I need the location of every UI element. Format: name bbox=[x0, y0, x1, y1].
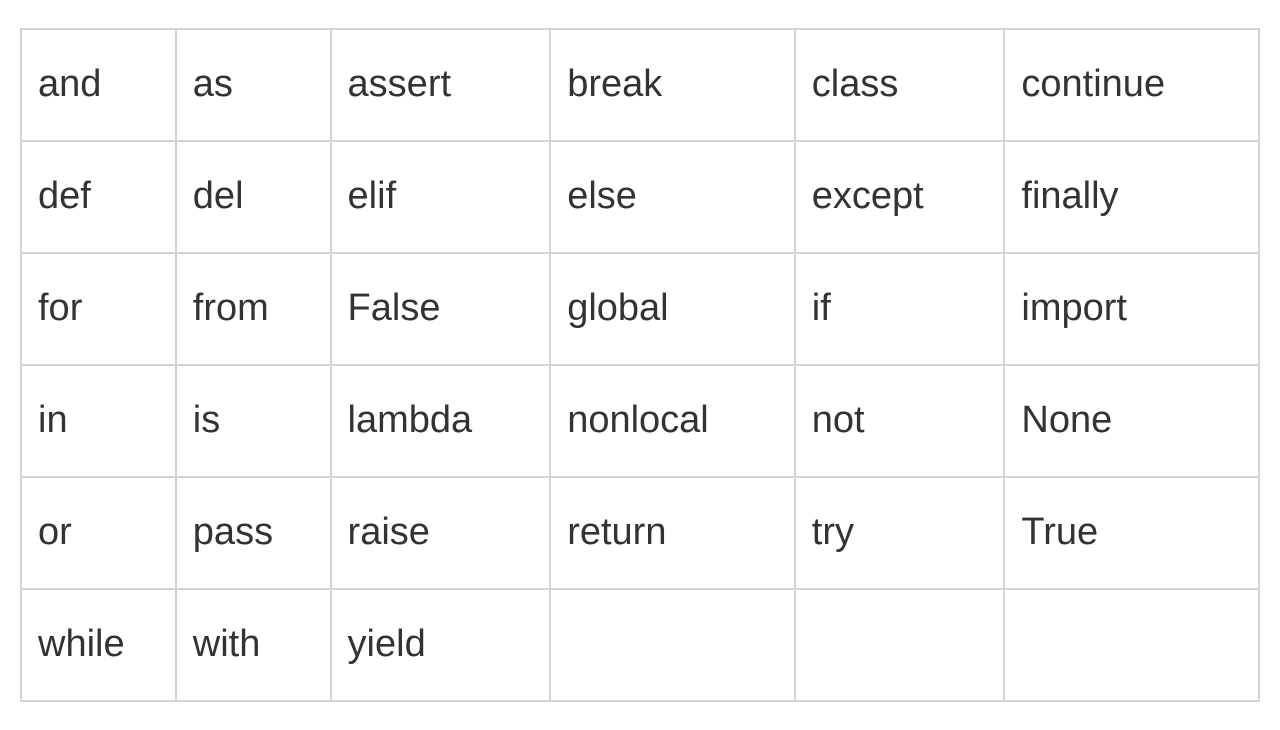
table-cell: pass bbox=[176, 477, 331, 589]
table-cell: assert bbox=[331, 29, 551, 141]
table-row: def del elif else except finally bbox=[21, 141, 1259, 253]
table-cell: lambda bbox=[331, 365, 551, 477]
table-cell: except bbox=[795, 141, 1005, 253]
table-cell: in bbox=[21, 365, 176, 477]
table-cell: True bbox=[1004, 477, 1259, 589]
table-cell: finally bbox=[1004, 141, 1259, 253]
table-cell: elif bbox=[331, 141, 551, 253]
table-row: for from False global if import bbox=[21, 253, 1259, 365]
keywords-table-body: and as assert break class continue def d… bbox=[21, 29, 1259, 701]
table-cell: and bbox=[21, 29, 176, 141]
table-cell: continue bbox=[1004, 29, 1259, 141]
keywords-table: and as assert break class continue def d… bbox=[20, 28, 1260, 702]
table-cell: as bbox=[176, 29, 331, 141]
table-cell: None bbox=[1004, 365, 1259, 477]
table-cell: from bbox=[176, 253, 331, 365]
table-cell: not bbox=[795, 365, 1005, 477]
table-cell-empty bbox=[1004, 589, 1259, 701]
table-cell: False bbox=[331, 253, 551, 365]
table-cell: raise bbox=[331, 477, 551, 589]
table-cell-empty bbox=[550, 589, 795, 701]
table-cell: del bbox=[176, 141, 331, 253]
table-cell: if bbox=[795, 253, 1005, 365]
table-row: in is lambda nonlocal not None bbox=[21, 365, 1259, 477]
table-cell: else bbox=[550, 141, 795, 253]
table-row: while with yield bbox=[21, 589, 1259, 701]
table-row: and as assert break class continue bbox=[21, 29, 1259, 141]
table-cell: def bbox=[21, 141, 176, 253]
table-cell: break bbox=[550, 29, 795, 141]
table-cell-empty bbox=[795, 589, 1005, 701]
table-cell: is bbox=[176, 365, 331, 477]
table-cell: import bbox=[1004, 253, 1259, 365]
table-cell: try bbox=[795, 477, 1005, 589]
table-cell: yield bbox=[331, 589, 551, 701]
table-cell: while bbox=[21, 589, 176, 701]
table-cell: with bbox=[176, 589, 331, 701]
table-cell: return bbox=[550, 477, 795, 589]
table-row: or pass raise return try True bbox=[21, 477, 1259, 589]
table-cell: global bbox=[550, 253, 795, 365]
table-cell: or bbox=[21, 477, 176, 589]
table-cell: for bbox=[21, 253, 176, 365]
table-cell: nonlocal bbox=[550, 365, 795, 477]
table-cell: class bbox=[795, 29, 1005, 141]
